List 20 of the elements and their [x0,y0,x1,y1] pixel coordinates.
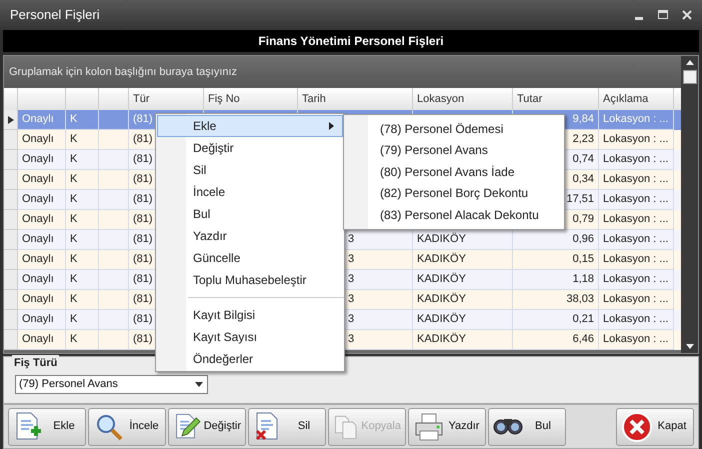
table-cell-text: 3 [348,312,354,328]
table-cell: K [66,330,99,350]
table-cell-text: KADIKÖY [417,292,466,308]
table-cell-text: KADIKÖY [417,252,466,268]
table-cell-text: KADIKÖY [417,332,466,348]
header-title: Finans Yönetimi Personel Fişleri [258,33,444,50]
table-cell-text: KADIKÖY [417,312,466,328]
table-cell-text: 3 [348,292,354,308]
group-hint: Gruplamak için kolon başlığını buraya taşıyınız [9,64,238,80]
table-cell-text: 3 [348,272,354,288]
table-cell-text: KADIKÖY [417,272,466,288]
table-cell-text: 3 [348,252,354,268]
table-cell: Lokasyon : ... [599,330,674,350]
table-cell-text: 3 [348,232,354,248]
table-cell-text: 3 [348,332,354,348]
table-cell: 6,46 [513,330,599,350]
table-cell: Onaylı [18,330,66,350]
table-cell-text: KADIKÖY [417,232,466,248]
window-title: Personel Fişleri [10,6,100,24]
group-label: Fiş Türü [12,355,60,372]
